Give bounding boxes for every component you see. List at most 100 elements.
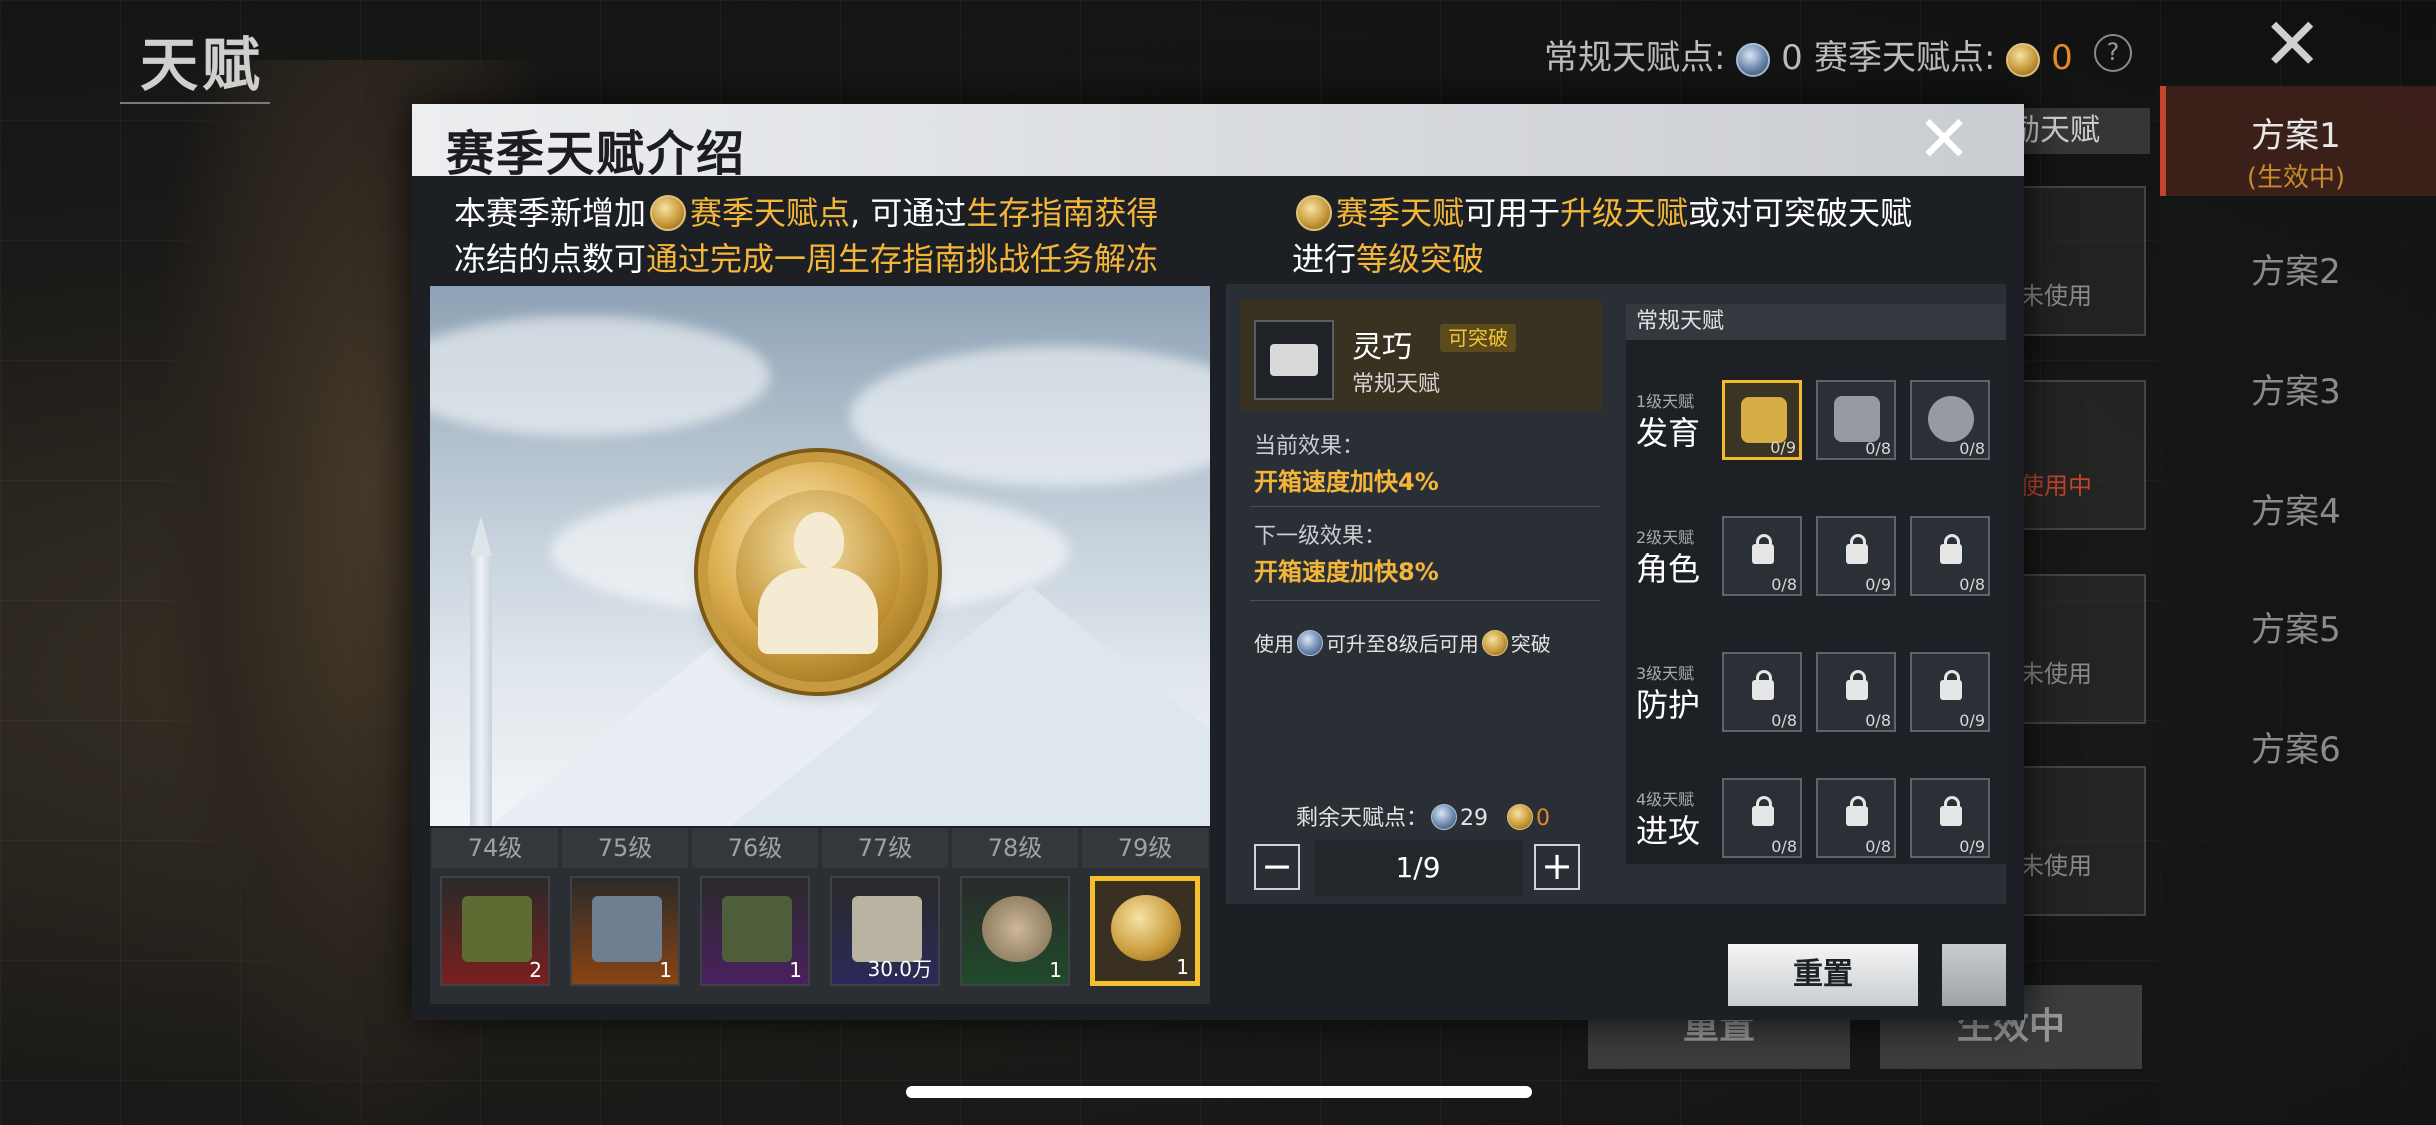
talent-node-locked[interactable]: 0/8	[1722, 778, 1802, 858]
talent-node-locked[interactable]: 0/8	[1816, 652, 1896, 732]
loadout-slot[interactable]	[2006, 766, 2146, 916]
lock-icon	[1846, 534, 1868, 564]
talent-node-locked[interactable]: 0/8	[1910, 516, 1990, 596]
decrement-button[interactable]: −	[1254, 844, 1300, 890]
close-icon[interactable]: ✕	[1914, 108, 1974, 172]
plan-item-1[interactable]: 方案1 (生效中)	[2156, 108, 2436, 194]
lock-icon	[1846, 796, 1868, 826]
dialog-header: 赛季天赋介绍 ✕	[412, 104, 2024, 182]
talent-tree-header: 常规天赋	[1626, 304, 2006, 340]
desc-text: 冻结的点数可	[454, 240, 647, 278]
note-text: 使用	[1254, 632, 1294, 656]
home-indicator[interactable]	[906, 1086, 1532, 1098]
cloud	[850, 346, 1210, 486]
season-talent-intro-dialog: 赛季天赋介绍 ✕ 本赛季新增加 赛季天赋点, 可通过生存指南获得 冻结的点数可通过…	[412, 104, 2024, 1020]
level-reward-card[interactable]: 30.0万	[830, 876, 940, 986]
talent-tree: 常规天赋 1级天赋 发育 0/9 0/8 0/8 2级天赋 角色 0/8 0/9…	[1626, 304, 2006, 864]
screen-close-icon[interactable]: ✕	[2262, 8, 2322, 80]
talent-node-locked[interactable]: 0/8	[1722, 516, 1802, 596]
level-stepper: − 1/9 +	[1254, 840, 1588, 896]
loadout-slot[interactable]	[2006, 380, 2146, 530]
note-text: 突破	[1510, 632, 1551, 656]
node-progress: 0/8	[1865, 711, 1891, 730]
talent-node-locked[interactable]: 0/9	[1816, 516, 1896, 596]
talent-node[interactable]: 0/8	[1910, 380, 1990, 460]
plan-item-4[interactable]: 方案4	[2156, 484, 2436, 533]
talent-node-locked[interactable]: 0/8	[1722, 652, 1802, 732]
talent-info: 灵巧 可突破 常规天赋 当前效果： 开箱速度加快4% 下一级效果： 开箱速度加快…	[1240, 300, 1602, 896]
season-points-value: 0	[2051, 38, 2073, 78]
desc-highlight: 生存指南获得	[966, 194, 1159, 232]
lock-icon	[1752, 796, 1774, 826]
talent-node-locked[interactable]: 0/9	[1910, 778, 1990, 858]
crate-icon	[722, 896, 792, 962]
level-reward-strip: 74级 75级 76级 77级 78级 79级 2 1 1 30.0万 1 1	[430, 828, 1210, 1004]
remaining-normal-value: 29	[1460, 806, 1489, 831]
loadout-slot[interactable]	[2006, 186, 2146, 336]
plan-status: (生效中)	[2246, 163, 2346, 193]
normal-point-icon	[1297, 630, 1323, 656]
tier-label: 发育	[1636, 414, 1701, 452]
help-icon[interactable]: ?	[2094, 34, 2132, 72]
breakthrough-note: 使用 可升至8级后可用 突破	[1254, 628, 1551, 657]
crate-icon	[592, 896, 662, 962]
loadout-slot[interactable]	[2006, 574, 2146, 724]
medal-face	[736, 490, 900, 654]
note-text: 可升至8级后可用	[1326, 632, 1479, 656]
book-icon	[462, 896, 532, 962]
reward-qty: 30.0万	[867, 957, 932, 981]
reward-qty: 1	[1176, 955, 1189, 979]
level-label: 76级	[692, 828, 818, 868]
season-point-icon	[1507, 804, 1534, 830]
medal-body	[758, 568, 878, 654]
talent-node-selected[interactable]: 0/9	[1722, 380, 1802, 460]
talent-node[interactable]: 0/8	[1816, 380, 1896, 460]
level-reward-card-selected[interactable]: 1	[1090, 876, 1200, 986]
rocket-tower	[470, 516, 492, 826]
reset-button[interactable]: 重置	[1728, 944, 1918, 1006]
season-point-icon	[1296, 195, 1332, 231]
node-progress: 0/9	[1959, 711, 1985, 730]
level-label: 75级	[562, 828, 688, 868]
node-progress: 0/8	[1959, 575, 1985, 594]
node-progress: 0/9	[1865, 575, 1891, 594]
talent-node-locked[interactable]: 0/8	[1816, 778, 1896, 858]
node-progress: 0/8	[1865, 837, 1891, 856]
current-effect-label: 当前效果：	[1254, 434, 1365, 459]
plan-item-5[interactable]: 方案5	[2156, 602, 2436, 651]
desc-highlight: 赛季天赋	[1336, 194, 1465, 232]
box-icon	[1270, 344, 1318, 376]
lock-icon	[1940, 670, 1962, 700]
partial-action-button[interactable]	[1942, 944, 2006, 1006]
level-reward-card[interactable]: 2	[440, 876, 550, 986]
plan-item-3[interactable]: 方案3	[2156, 364, 2436, 413]
season-point-icon	[2006, 42, 2041, 77]
tier-label: 防护	[1636, 686, 1701, 724]
slot-status: 未使用	[2020, 282, 2092, 310]
level-reward-card[interactable]: 1	[960, 876, 1070, 986]
increment-button[interactable]: +	[1534, 844, 1580, 890]
dexterity-talent-icon	[1254, 320, 1334, 400]
plan-item-6[interactable]: 方案6	[2156, 722, 2436, 771]
level-reward-card[interactable]: 1	[700, 876, 810, 986]
reward-qty: 1	[789, 958, 802, 982]
remaining-points: 剩余天赋点： 29 0	[1296, 800, 1550, 832]
stepper-value: 1/9	[1314, 840, 1522, 896]
talent-node-locked[interactable]: 0/9	[1910, 652, 1990, 732]
plan-item-2[interactable]: 方案2	[2156, 244, 2436, 293]
dialog-title: 赛季天赋介绍	[446, 126, 747, 182]
desc-text: 进行	[1292, 240, 1357, 278]
page-title: 天赋	[140, 31, 265, 99]
desc-text: 可用于	[1464, 194, 1561, 232]
slot-status: 未使用	[2020, 660, 2092, 688]
medal-head	[794, 512, 844, 570]
divider	[1250, 506, 1600, 507]
node-progress: 0/9	[1959, 837, 1985, 856]
level-reward-card[interactable]: 1	[570, 876, 680, 986]
node-progress: 0/9	[1770, 438, 1796, 457]
level-label: 77级	[822, 828, 948, 868]
season-point-icon	[650, 195, 687, 231]
level-label: 74级	[432, 828, 558, 868]
intro-description-left: 本赛季新增加 赛季天赋点, 可通过生存指南获得 冻结的点数可通过完成一周生存指南挑…	[454, 190, 1214, 282]
runner-icon	[1928, 396, 1974, 442]
